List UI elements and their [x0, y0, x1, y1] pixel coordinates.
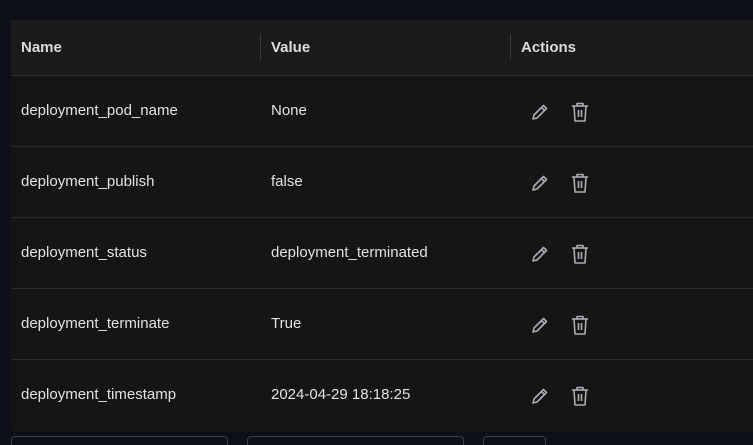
column-header-actions: Actions: [521, 39, 577, 56]
delete-button[interactable]: [569, 243, 591, 265]
trash-icon: [572, 386, 588, 406]
row-value: None: [271, 102, 307, 119]
variables-table: Name Value Actions deployment_pod_name N…: [11, 20, 753, 431]
column-header-value: Value: [271, 39, 311, 56]
edit-button[interactable]: [529, 385, 551, 407]
trash-icon: [572, 173, 588, 193]
row-name: deployment_timestamp: [21, 386, 177, 403]
table-header: Name Value Actions: [11, 20, 753, 76]
row-value: deployment_terminated: [271, 244, 428, 261]
row-name: deployment_status: [21, 244, 147, 261]
trash-icon: [572, 102, 588, 122]
table-body: deployment_pod_name None deployment_publ…: [11, 76, 753, 430]
delete-button[interactable]: [569, 385, 591, 407]
pencil-icon: [532, 175, 548, 191]
column-header-name: Name: [21, 39, 62, 56]
row-name: deployment_pod_name: [21, 102, 178, 119]
column-divider[interactable]: [510, 34, 511, 60]
table-row: deployment_terminate True: [11, 289, 753, 360]
delete-button[interactable]: [569, 172, 591, 194]
table-row: deployment_publish false: [11, 147, 753, 218]
pencil-icon: [532, 388, 548, 404]
delete-button[interactable]: [569, 314, 591, 336]
edit-button[interactable]: [529, 314, 551, 336]
row-value: false: [271, 173, 303, 190]
footer-button[interactable]: [11, 436, 228, 445]
table-row: deployment_timestamp 2024-04-29 18:18:25: [11, 360, 753, 430]
trash-icon: [572, 244, 588, 264]
edit-button[interactable]: [529, 101, 551, 123]
footer-button[interactable]: [247, 436, 464, 445]
row-name: deployment_terminate: [21, 315, 170, 332]
row-value: 2024-04-29 18:18:25: [271, 386, 411, 403]
pencil-icon: [532, 104, 548, 120]
page: Name Value Actions deployment_pod_name N…: [0, 0, 753, 445]
pencil-icon: [532, 246, 548, 262]
table-row: deployment_pod_name None: [11, 76, 753, 147]
pencil-icon: [532, 317, 548, 333]
delete-button[interactable]: [569, 101, 591, 123]
trash-icon: [572, 315, 588, 335]
row-value: True: [271, 315, 302, 332]
column-divider[interactable]: [260, 34, 261, 60]
edit-button[interactable]: [529, 172, 551, 194]
table-row: deployment_status deployment_terminated: [11, 218, 753, 289]
row-name: deployment_publish: [21, 173, 155, 190]
edit-button[interactable]: [529, 243, 551, 265]
footer-button[interactable]: [483, 436, 546, 445]
